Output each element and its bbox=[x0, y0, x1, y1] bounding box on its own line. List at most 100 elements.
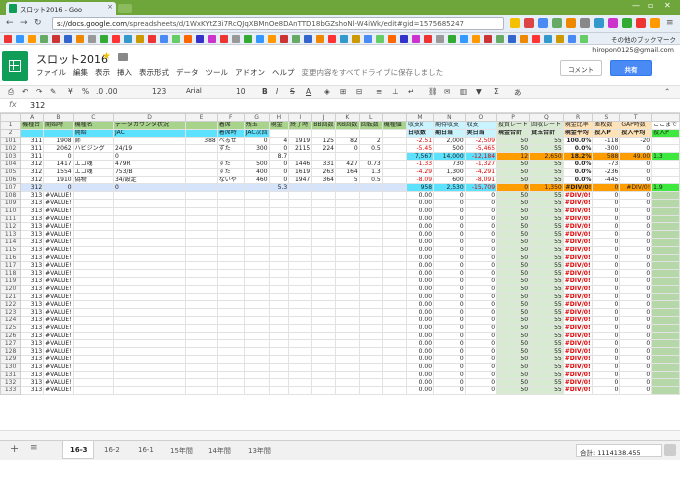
cell[interactable] bbox=[358, 292, 383, 302]
cell[interactable] bbox=[268, 354, 290, 364]
cell[interactable] bbox=[358, 261, 383, 271]
cell[interactable] bbox=[381, 386, 408, 395]
header-cell[interactable] bbox=[288, 128, 313, 138]
cell[interactable] bbox=[268, 323, 290, 333]
cell[interactable] bbox=[334, 230, 360, 239]
explore-icon[interactable] bbox=[664, 444, 676, 456]
cell[interactable]: 0 bbox=[464, 245, 498, 255]
cell[interactable]: 0 bbox=[464, 206, 498, 216]
maximize-icon[interactable]: ▫ bbox=[648, 1, 653, 10]
cell[interactable] bbox=[288, 222, 313, 232]
cell[interactable] bbox=[243, 261, 270, 271]
cell[interactable]: 50 bbox=[496, 284, 531, 294]
cell[interactable]: 500 bbox=[433, 144, 466, 154]
cell[interactable] bbox=[216, 191, 245, 200]
bookmark-icon[interactable] bbox=[112, 35, 120, 43]
cell[interactable]: 55 bbox=[529, 331, 564, 341]
header-cell[interactable]: 開始時 bbox=[43, 121, 74, 130]
cell[interactable]: 50 bbox=[496, 354, 531, 364]
cell[interactable]: 0 bbox=[592, 191, 621, 200]
cell[interactable] bbox=[268, 237, 290, 247]
cell[interactable] bbox=[358, 315, 383, 325]
cell[interactable] bbox=[651, 370, 680, 380]
cell[interactable] bbox=[311, 214, 336, 224]
cell[interactable]: 313 bbox=[20, 214, 45, 224]
header-cell[interactable]: 投入P bbox=[651, 128, 680, 138]
cell[interactable]: 313 bbox=[20, 370, 45, 380]
cell[interactable]: 55 bbox=[529, 292, 564, 302]
column-header[interactable]: N bbox=[433, 113, 466, 122]
cell[interactable] bbox=[216, 331, 245, 341]
header-cell[interactable] bbox=[311, 128, 336, 138]
bookmark-icon[interactable] bbox=[556, 35, 564, 43]
cell[interactable]: 0 bbox=[433, 354, 466, 364]
cell[interactable]: 0.00 bbox=[406, 214, 435, 224]
cell[interactable]: #VALUE! bbox=[43, 300, 74, 310]
cell[interactable]: 55 bbox=[529, 339, 564, 349]
cell[interactable] bbox=[311, 269, 336, 278]
cell[interactable] bbox=[311, 386, 336, 395]
cell[interactable] bbox=[288, 300, 313, 310]
cell[interactable]: 0 bbox=[592, 237, 621, 247]
cell[interactable]: 0.00 bbox=[406, 308, 435, 317]
cell[interactable]: 0 bbox=[464, 323, 498, 333]
cell[interactable] bbox=[651, 378, 680, 388]
cell[interactable]: 0 bbox=[334, 144, 360, 154]
bookmark-icon[interactable] bbox=[76, 35, 84, 43]
sheet-tab-16-1[interactable]: 16-1 bbox=[134, 441, 166, 459]
header-cell[interactable]: 回転数 bbox=[358, 121, 383, 130]
cell[interactable]: 0 bbox=[268, 159, 290, 169]
cell[interactable]: #VALUE! bbox=[43, 198, 74, 208]
bookmark-icon[interactable] bbox=[544, 35, 552, 43]
header-cell[interactable]: 残玉 bbox=[243, 121, 270, 130]
bookmark-icon[interactable] bbox=[532, 35, 540, 43]
cell[interactable]: 0.73 bbox=[358, 159, 383, 169]
cell[interactable]: 2,530 bbox=[433, 183, 466, 193]
cell[interactable] bbox=[268, 378, 290, 388]
sheets-logo-icon[interactable] bbox=[2, 51, 28, 81]
cell[interactable]: 55 bbox=[529, 269, 564, 278]
cell[interactable]: #DIV/0! bbox=[562, 222, 594, 232]
cell[interactable] bbox=[72, 354, 114, 364]
cell[interactable] bbox=[381, 222, 408, 232]
cell[interactable]: 0 bbox=[619, 276, 653, 286]
header-cell[interactable] bbox=[185, 121, 218, 130]
cell[interactable]: 0.0% bbox=[562, 144, 594, 154]
cell[interactable]: #DIV/0! bbox=[562, 276, 594, 286]
header-cell[interactable]: 現金比率 bbox=[562, 121, 594, 130]
cell[interactable]: 8.7 bbox=[268, 152, 290, 161]
cell[interactable] bbox=[216, 222, 245, 232]
cell[interactable] bbox=[358, 206, 383, 216]
cell[interactable]: #VALUE! bbox=[43, 230, 74, 239]
table-row[interactable]: 131 313 #VALUE! 0.00 0 0 50 55 #DIV/0! 0 0 bbox=[0, 370, 680, 380]
star-icon[interactable]: ★ bbox=[102, 51, 111, 62]
cell[interactable]: 0 bbox=[464, 386, 498, 395]
row-header[interactable]: 125 bbox=[0, 323, 22, 333]
browser-tab[interactable]: スロット2016 - Goo × bbox=[6, 2, 116, 15]
extension-icon[interactable] bbox=[636, 18, 646, 28]
cell[interactable] bbox=[288, 152, 313, 161]
table-row[interactable]: 106 312 1910 偽物 34/設定 ないや 460 0 1947 364 5 0.5 -8.09… bbox=[0, 175, 680, 185]
cell[interactable]: 50 bbox=[496, 276, 531, 286]
cell[interactable] bbox=[243, 386, 270, 395]
cell[interactable] bbox=[72, 230, 114, 239]
cell[interactable]: 0.00 bbox=[406, 386, 435, 395]
cell[interactable]: #DIV/0! bbox=[562, 292, 594, 302]
cell[interactable]: 0 bbox=[433, 339, 466, 349]
all-sheets-icon[interactable]: ≡ bbox=[30, 443, 38, 453]
cell[interactable]: 55 bbox=[529, 175, 564, 185]
cell[interactable] bbox=[334, 370, 360, 380]
cell[interactable]: 50 bbox=[496, 253, 531, 263]
sheet-table[interactable]: A B C D E F G H I J K L M N O P Q R S T 1 機種台 開始時 機種名 データカウンタ状況着… bbox=[0, 113, 680, 395]
table-row[interactable]: 120 313 #VALUE! 0.00 0 0 50 55 #DIV/0! 0 0 bbox=[0, 284, 680, 294]
cell[interactable]: #DIV/0! bbox=[562, 362, 594, 372]
bookmark-icon[interactable] bbox=[64, 35, 72, 43]
cell[interactable] bbox=[334, 323, 360, 333]
cell[interactable] bbox=[268, 300, 290, 310]
bookmark-icon[interactable] bbox=[400, 35, 408, 43]
cell[interactable]: 1554 bbox=[43, 167, 74, 177]
borders-icon[interactable]: ⊞ bbox=[340, 87, 346, 96]
cell[interactable] bbox=[651, 175, 680, 185]
cell[interactable] bbox=[268, 253, 290, 263]
cell[interactable] bbox=[72, 183, 114, 193]
